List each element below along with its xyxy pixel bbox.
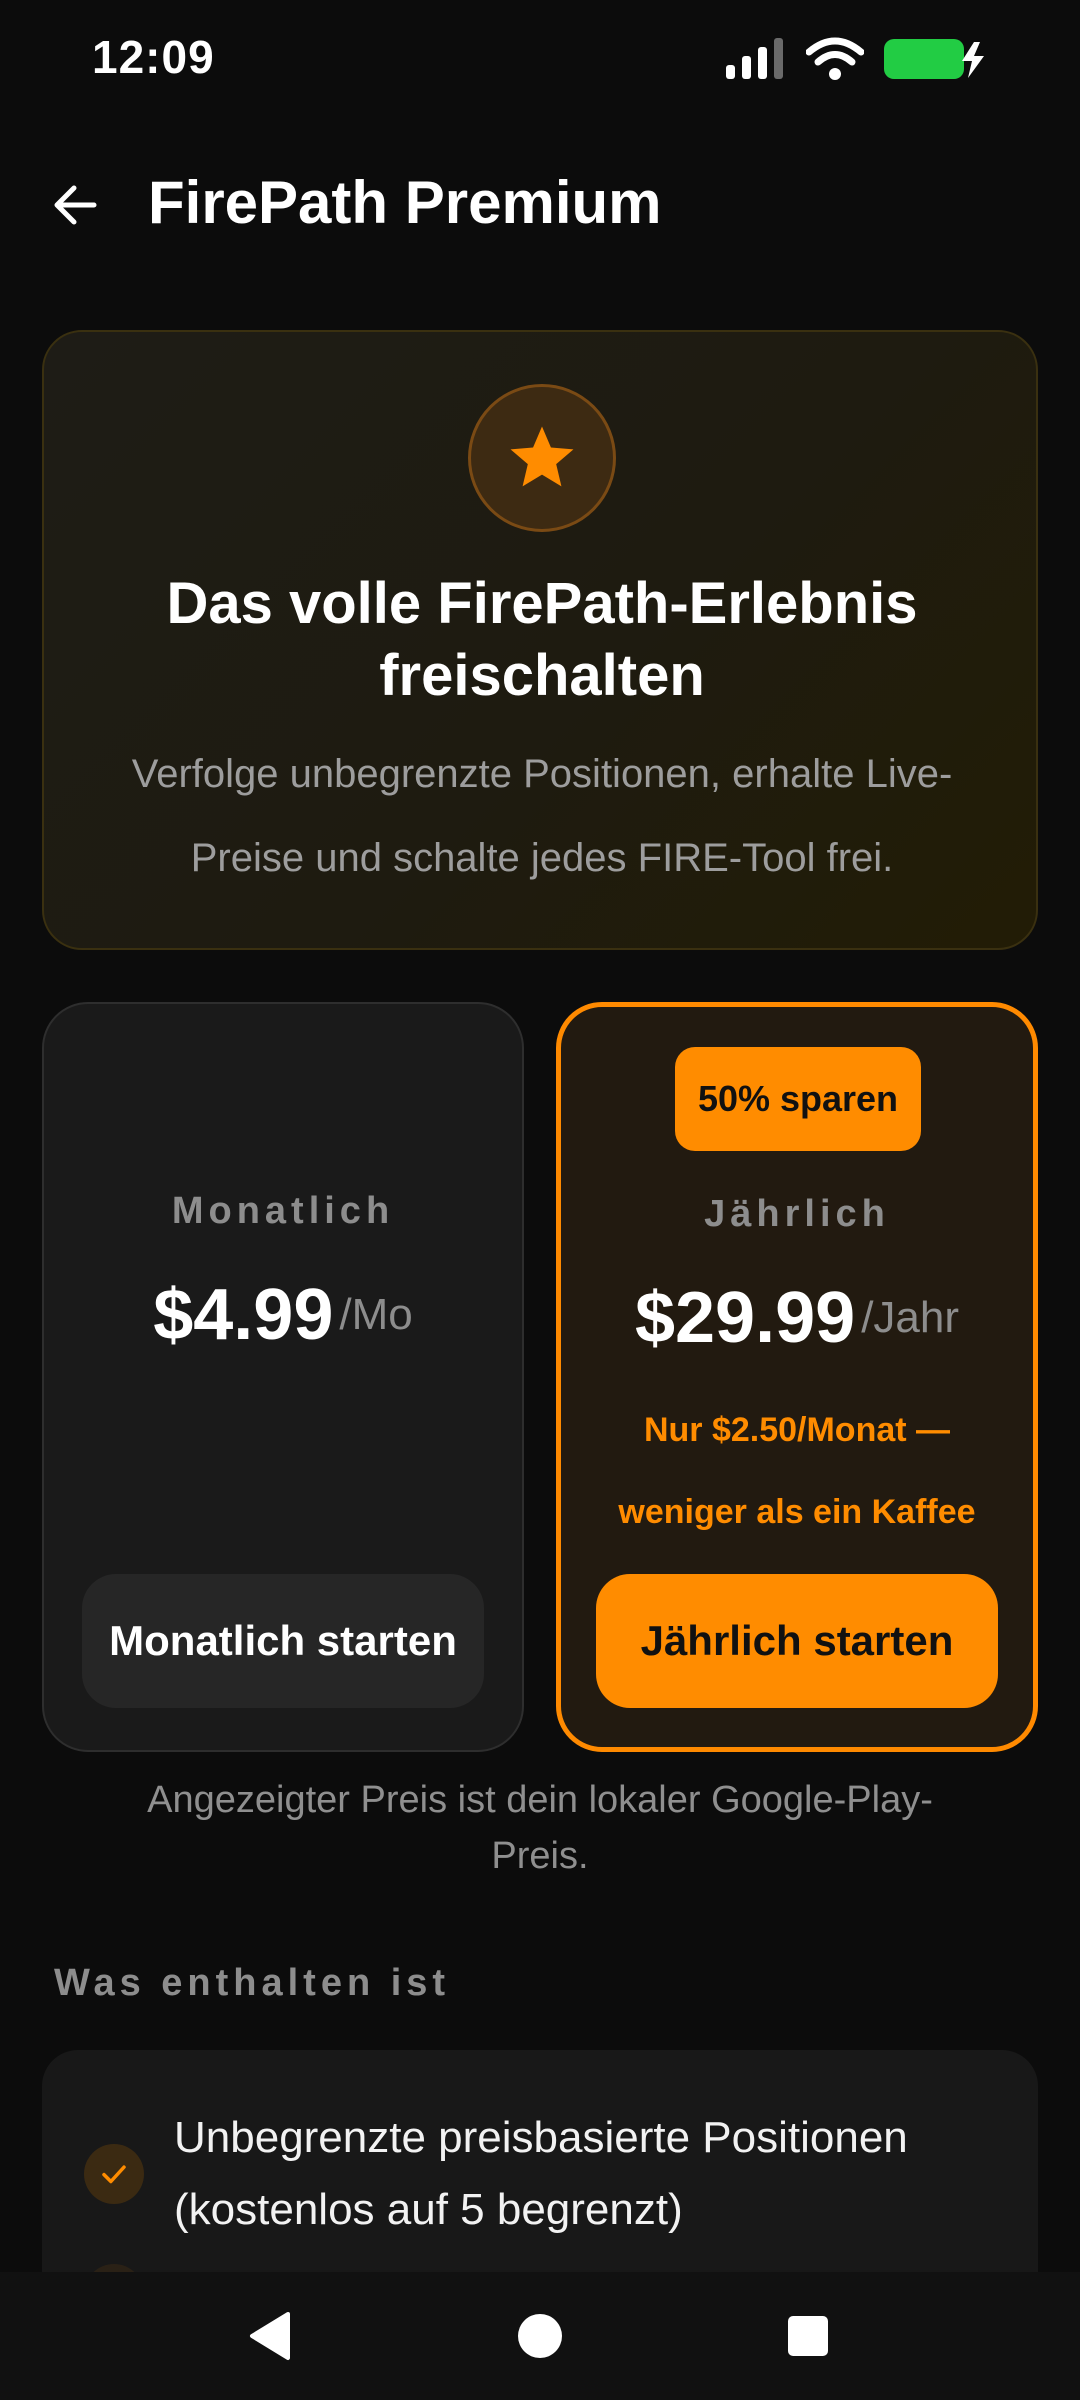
plan-price: $29.99 bbox=[634, 1278, 856, 1358]
system-nav-bar bbox=[0, 2272, 1080, 2400]
plan-card-monthly[interactable]: Monatlich $4.99 /Mo Monatlich starten bbox=[42, 1002, 524, 1752]
nav-back-button[interactable] bbox=[234, 2300, 306, 2372]
plan-card-yearly[interactable]: 50% sparen Jährlich $29.99 /Jahr Nur $2.… bbox=[556, 1002, 1038, 1752]
arrow-left-icon bbox=[54, 185, 97, 225]
triangle-back-icon bbox=[250, 2312, 290, 2360]
hero-description: Verfolge unbegrenzte Positionen, erhalte… bbox=[131, 752, 953, 880]
battery-charging-icon bbox=[882, 36, 990, 87]
start-yearly-button[interactable]: Jährlich starten bbox=[596, 1574, 998, 1708]
circle-home-icon bbox=[518, 2314, 562, 2358]
plan-name: Monatlich bbox=[171, 1190, 395, 1232]
plan-price-unit: /Mo bbox=[339, 1290, 413, 1339]
plan-price-unit: /Jahr bbox=[861, 1293, 960, 1342]
features-section-title: Was enthalten ist bbox=[54, 1962, 451, 2004]
back-button[interactable] bbox=[40, 170, 110, 240]
nav-home-button[interactable] bbox=[504, 2300, 576, 2372]
check-icon bbox=[84, 2144, 144, 2204]
status-icons bbox=[726, 36, 990, 87]
square-recents-icon bbox=[788, 2316, 828, 2356]
savings-badge: 50% sparen bbox=[675, 1047, 921, 1151]
app-bar: FirePath Premium bbox=[0, 150, 1080, 260]
plan-price: $4.99 bbox=[153, 1275, 334, 1355]
price-disclaimer: Angezeigter Preis ist dein lokaler Googl… bbox=[147, 1779, 933, 1877]
wifi-icon bbox=[805, 36, 865, 87]
hero-title: Das volle FirePath-Erlebnis freischalten bbox=[166, 571, 918, 708]
star-icon bbox=[468, 384, 616, 532]
page-title: FirePath Premium bbox=[148, 169, 662, 236]
hero-card: Das volle FirePath-Erlebnis freischalten… bbox=[42, 330, 1038, 950]
plan-value-note: Nur $2.50/Monat — weniger als ein Kaffee bbox=[618, 1411, 976, 1531]
feature-text: Unbegrenzte preisbasierte Positionen (ko… bbox=[174, 2113, 908, 2234]
status-bar: 12:09 bbox=[0, 0, 1080, 120]
nav-recents-button[interactable] bbox=[772, 2300, 844, 2372]
plan-price-row: $4.99 /Mo bbox=[44, 1274, 522, 1356]
plan-name: Jährlich bbox=[704, 1193, 890, 1235]
status-time: 12:09 bbox=[92, 31, 215, 83]
signal-icon bbox=[726, 37, 788, 86]
plan-price-row: $29.99 /Jahr bbox=[561, 1277, 1033, 1359]
start-monthly-button[interactable]: Monatlich starten bbox=[82, 1574, 484, 1708]
